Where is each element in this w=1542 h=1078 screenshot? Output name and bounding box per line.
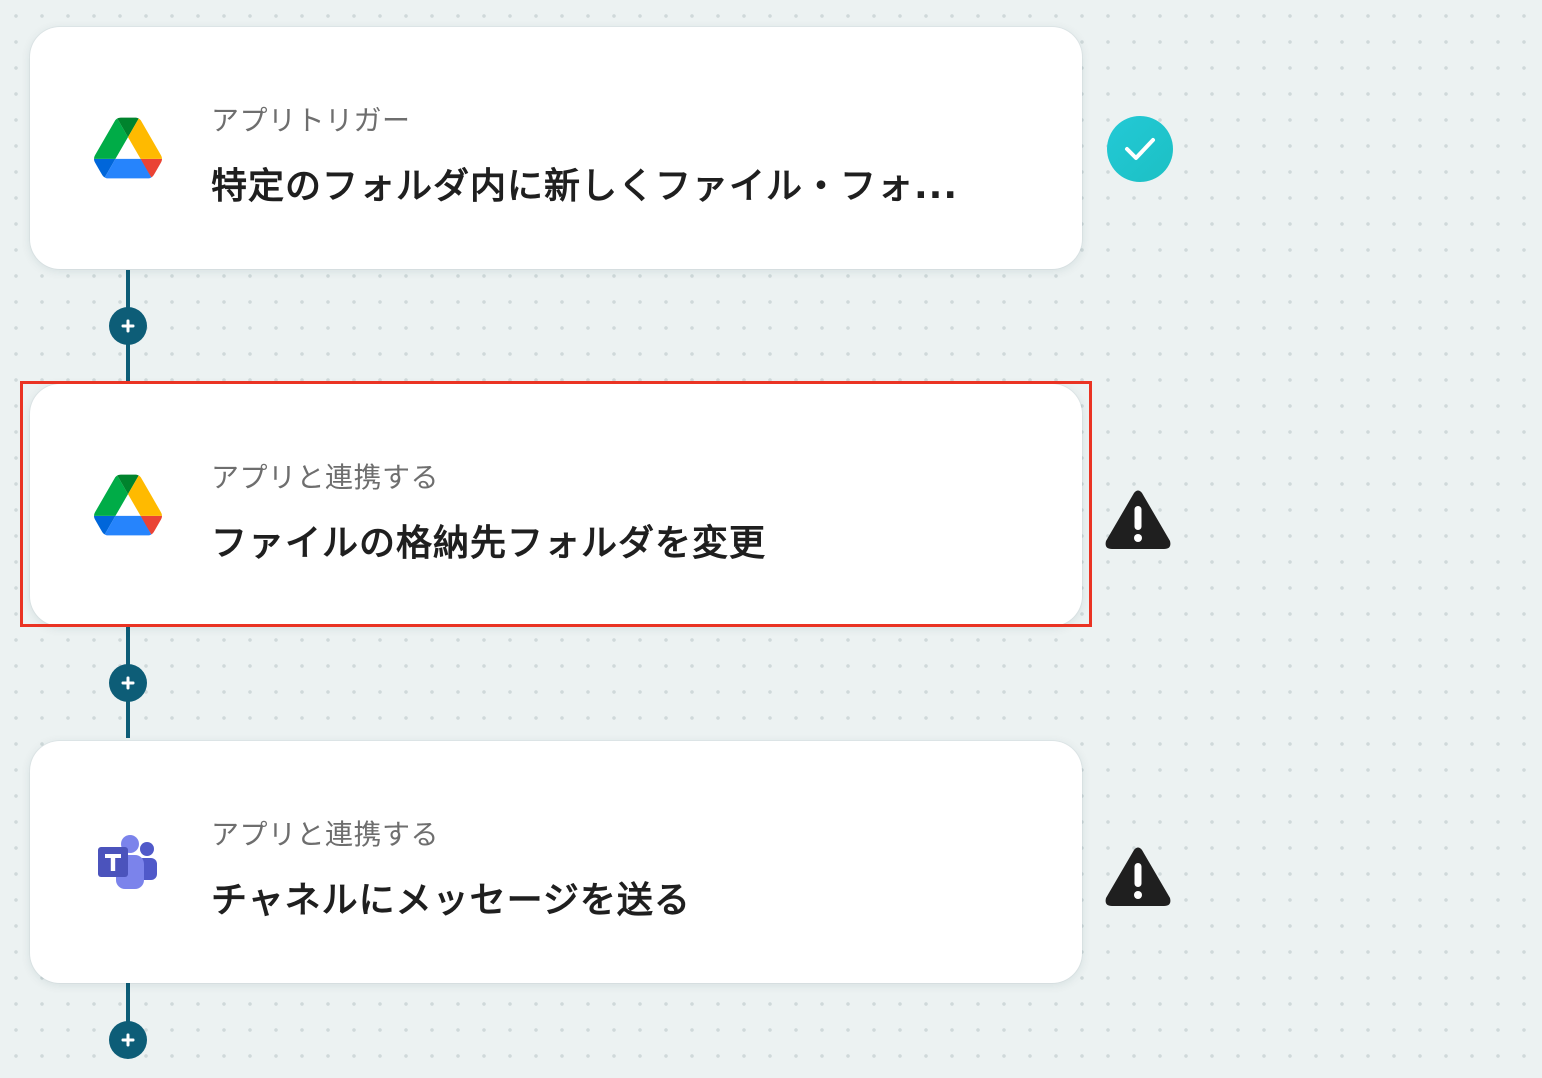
- check-icon: [1107, 116, 1173, 182]
- add-step-button[interactable]: [109, 307, 147, 345]
- plus-icon: [121, 1033, 135, 1047]
- plus-icon: [121, 319, 135, 333]
- add-step-button[interactable]: [109, 664, 147, 702]
- add-step-button[interactable]: [109, 1021, 147, 1059]
- step-card-move-file[interactable]: アプリと連携する ファイルの格納先フォルダを変更: [30, 384, 1082, 626]
- warning-icon: [1105, 847, 1171, 906]
- step-title: チャネルにメッセージを送る: [211, 880, 691, 921]
- microsoft-teams-icon: [98, 835, 157, 889]
- google-drive-icon: [94, 474, 162, 536]
- step-title: ファイルの格納先フォルダを変更: [211, 523, 767, 564]
- step-type-label: アプリトリガー: [211, 104, 411, 137]
- warning-icon: [1105, 490, 1171, 549]
- step-card-trigger[interactable]: アプリトリガー 特定のフォルダ内に新しくファイル・フォ...: [30, 27, 1082, 269]
- google-drive-icon: [94, 117, 162, 179]
- step-type-label: アプリと連携する: [211, 818, 440, 851]
- step-type-label: アプリと連携する: [211, 461, 440, 494]
- step-title: 特定のフォルダ内に新しくファイル・フォ...: [211, 166, 959, 207]
- step-card-teams-message[interactable]: アプリと連携する チャネルにメッセージを送る: [30, 741, 1082, 983]
- plus-icon: [121, 676, 135, 690]
- flow-canvas: アプリトリガー 特定のフォルダ内に新しくファイル・フォ... アプリと連携する …: [0, 0, 1542, 1078]
